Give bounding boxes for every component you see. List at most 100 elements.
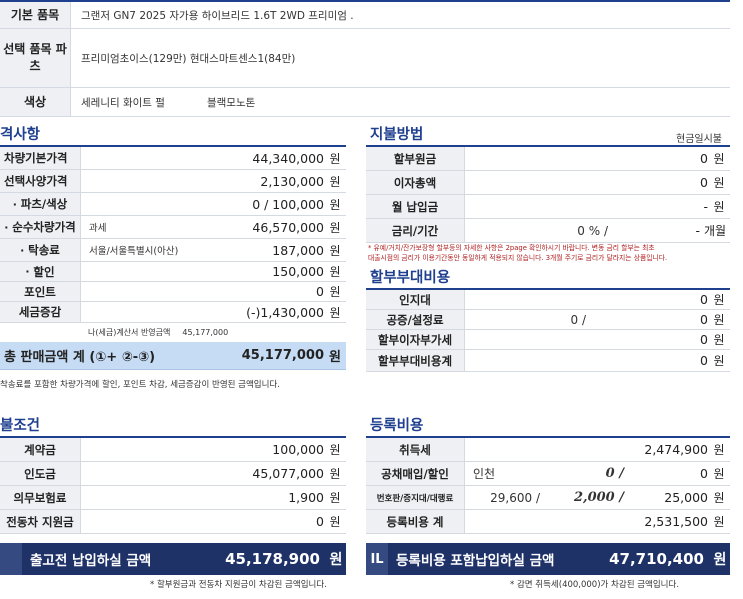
price-row-unit: 원 xyxy=(329,305,341,320)
price-row-label: 세금증감 xyxy=(0,302,80,322)
registration-row-col-b xyxy=(544,438,628,461)
pay-terms-row-amount: 1,900 xyxy=(288,490,324,505)
pre-delivery-payment-label: 출고전 납입하실 금액 xyxy=(30,553,152,569)
fee-row-unit: 원 xyxy=(713,313,725,327)
payment-row-label: 월 납입금 xyxy=(366,195,464,218)
registration-row-col-a: 인천 xyxy=(464,462,544,485)
fee-row-label: 인지대 xyxy=(366,290,464,309)
payment-row-label: 금리/기간 xyxy=(366,219,464,242)
pay-terms-row-label: 전동차 지원금 xyxy=(0,510,80,533)
spec-row-model: 기본 품목 그랜저 GN7 2025 자가용 하이브리드 1.6T 2WD 프리… xyxy=(0,2,730,29)
price-row-unit: 원 xyxy=(329,265,341,279)
payment-method-title: 지불방법 xyxy=(370,127,424,143)
price-row: · 순수차량가격 과세 46,570,000 원 xyxy=(0,216,346,239)
registration-row: 번호판/증지대/대행료 29,600 / 2,000 / 25,000 원 xyxy=(366,486,730,510)
price-row-amount: 150,000 xyxy=(272,264,324,279)
price-row-unit: 원 xyxy=(329,243,341,258)
payment-row-amount: - xyxy=(695,223,700,238)
circle-marker-icon: · xyxy=(4,220,13,234)
price-row-amount: 44,340,000 xyxy=(252,150,324,166)
fee-row-note xyxy=(464,350,594,371)
price-row-note xyxy=(80,302,180,322)
pre-delivery-payment-unit: 원 xyxy=(329,552,343,568)
fee-row-note: 0 / xyxy=(464,310,594,329)
total-with-registration-amount: 47,710,400 xyxy=(609,550,704,568)
fee-row-label: 공증/설정료 xyxy=(366,310,464,329)
price-row-amount: 46,570,000 xyxy=(252,219,324,235)
price-row-note: 과세 xyxy=(80,216,180,238)
price-row-amount: 187,000 xyxy=(272,242,324,258)
payment-row-amount: 0 xyxy=(700,151,708,166)
fee-row: 공증/설정료 0 / 0 원 xyxy=(366,310,730,330)
registration-row-amount: 2,531,500 xyxy=(644,514,708,529)
payment-row-amount: 0 xyxy=(700,175,708,190)
price-row: · 파츠/색상 0 / 100,000 원 xyxy=(0,193,346,216)
fee-row-amount: 0 xyxy=(700,312,708,327)
pay-terms-row: 계약금 100,000 원 xyxy=(0,438,346,462)
fee-row-unit: 원 xyxy=(713,333,725,347)
spec-color-label: 색상 xyxy=(0,88,70,116)
pay-terms-table: 계약금 100,000 원 인도금 45,077,000 원 의무보험료 1,9… xyxy=(0,438,346,534)
fee-row-note xyxy=(464,290,594,309)
price-row: · 탁송료 서울/서울특별시(아산) 187,000 원 xyxy=(0,239,346,262)
exterior-color: 세레니티 화이트 펄 xyxy=(81,96,165,109)
fee-row-label: 할부부대비용계 xyxy=(366,350,464,371)
price-row: 포인트 0 원 xyxy=(0,282,346,302)
price-row: 차량기본가격 44,340,000 원 xyxy=(0,147,346,170)
total-sale-label: 총 판매금액 계 (①+ ②-③) xyxy=(0,342,194,369)
registration-row-amount: 0 xyxy=(700,466,708,481)
pay-terms-row-label: 계약금 xyxy=(0,438,80,461)
total-sale-unit: 원 xyxy=(324,342,346,369)
price-row: 선택사양가격 2,130,000 원 xyxy=(0,170,346,193)
fee-row: 할부이자부가세 0 원 xyxy=(366,330,730,350)
total-with-registration-unit: 원 xyxy=(713,552,727,568)
payment-row: 월 납입금 - 원 xyxy=(366,195,730,219)
fee-row-unit: 원 xyxy=(713,354,725,368)
pay-terms-row-unit: 원 xyxy=(329,515,341,529)
payment-row-label: 할부원금 xyxy=(366,147,464,170)
fee-row-amount: 0 xyxy=(700,292,708,307)
payment-method-table: 할부원금 0 원 이자총액 0 원 월 납입금 - 원 금리/기간 0 % / … xyxy=(366,147,730,243)
payment-row: 할부원금 0 원 xyxy=(366,147,730,171)
pre-delivery-payment-amount: 45,178,900 xyxy=(225,550,320,568)
fee-row-label: 할부이자부가세 xyxy=(366,330,464,349)
pay-terms-row-unit: 원 xyxy=(329,467,341,481)
installment-note-line: * 유예/거치/잔가보장형 할부등의 자세한 사항은 2page 확인하시기 바… xyxy=(368,244,655,252)
invoice-note-row: 나(세금)계산서 반영금액 45,177,000 xyxy=(0,323,346,342)
payment-row-unit: 원 xyxy=(713,200,725,214)
interest-rate: 0 % / xyxy=(464,219,614,242)
registration-row: 취득세 2,474,900 원 xyxy=(366,438,730,462)
registration-row-col-b xyxy=(544,510,628,533)
price-section-title: 격사항 xyxy=(0,127,41,143)
installment-note: * 유예/거치/잔가보장형 할부등의 자세한 사항은 2page 확인하시기 바… xyxy=(368,243,730,263)
registration-row-label: 공채매입/할인 xyxy=(366,462,464,485)
payment-row-label: 이자총액 xyxy=(366,171,464,194)
registration-row: 공채매입/할인 인천 0 / 0 원 xyxy=(366,462,730,486)
price-row-label: 선택사양가격 xyxy=(0,170,80,192)
price-row-label: 차량기본가격 xyxy=(0,147,80,169)
interior-color: 블랙모노톤 xyxy=(206,96,256,109)
bar-badge: IL xyxy=(366,543,388,575)
pay-terms-row: 전동차 지원금 0 원 xyxy=(0,510,346,534)
price-row-note xyxy=(80,147,180,169)
fee-row: 인지대 0 원 xyxy=(366,290,730,310)
pre-delivery-payment-bar: 출고전 납입하실 금액 45,178,900 원 xyxy=(0,543,346,575)
fee-row-amount: 0 xyxy=(700,332,708,347)
price-row-amount: (-)1,430,000 xyxy=(246,304,324,320)
circle-marker-icon: · xyxy=(12,197,21,211)
registration-row-unit: 원 xyxy=(713,443,725,457)
registration-row-unit: 원 xyxy=(713,491,725,505)
pay-terms-row-unit: 원 xyxy=(329,491,341,505)
price-row-unit: 원 xyxy=(329,285,341,299)
price-row-unit: 원 xyxy=(329,174,341,189)
registration-row-label: 등록비용 계 xyxy=(366,510,464,533)
pay-terms-row: 인도금 45,077,000 원 xyxy=(0,462,346,486)
registration-row-col-b: 2,000 / xyxy=(574,490,624,505)
total-with-registration-bar: IL 등록비용 포함납입하실 금액 47,710,400 원 xyxy=(366,543,730,575)
payment-row-amount: - xyxy=(703,199,708,214)
spec-color-value: 세레니티 화이트 펄 블랙모노톤 xyxy=(70,88,730,116)
pay-terms-title: 불조건 xyxy=(0,418,41,434)
installment-fee-title: 할부부대비용 xyxy=(370,270,451,286)
price-row-note xyxy=(80,170,180,192)
price-row-label: · 할인 xyxy=(0,262,80,281)
